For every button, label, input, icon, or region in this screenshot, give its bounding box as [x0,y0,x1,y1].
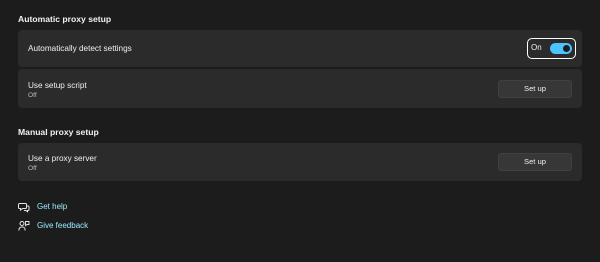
proxy-server-status: Off [28,165,37,172]
setup-script-label: Use setup script [28,81,87,90]
setup-script-status: Off [28,92,37,99]
setup-script-card: Use setup script Off Set up [18,69,582,108]
detect-settings-card: Automatically detect settings On [18,30,582,67]
give-feedback-link[interactable]: Give feedback [18,218,88,232]
setup-script-button[interactable]: Set up [498,80,572,98]
toggle-knob [563,45,570,52]
get-help-link[interactable]: Get help [18,199,67,213]
feedback-person-icon [18,219,30,231]
proxy-server-label: Use a proxy server [28,154,97,163]
detect-settings-toggle[interactable]: On [527,38,576,59]
section-title-automatic: Automatic proxy setup [18,14,112,24]
give-feedback-label[interactable]: Give feedback [37,221,88,230]
get-help-label[interactable]: Get help [37,202,67,211]
help-chat-icon [18,200,30,213]
proxy-settings-page: Automatic proxy setup Automatically dete… [0,0,600,262]
toggle-state-label: On [531,43,542,52]
detect-settings-label: Automatically detect settings [28,44,132,53]
proxy-server-card: Use a proxy server Off Set up [18,143,582,181]
proxy-server-setup-button[interactable]: Set up [498,153,572,171]
section-title-manual: Manual proxy setup [18,127,99,137]
toggle-switch[interactable] [550,43,572,54]
